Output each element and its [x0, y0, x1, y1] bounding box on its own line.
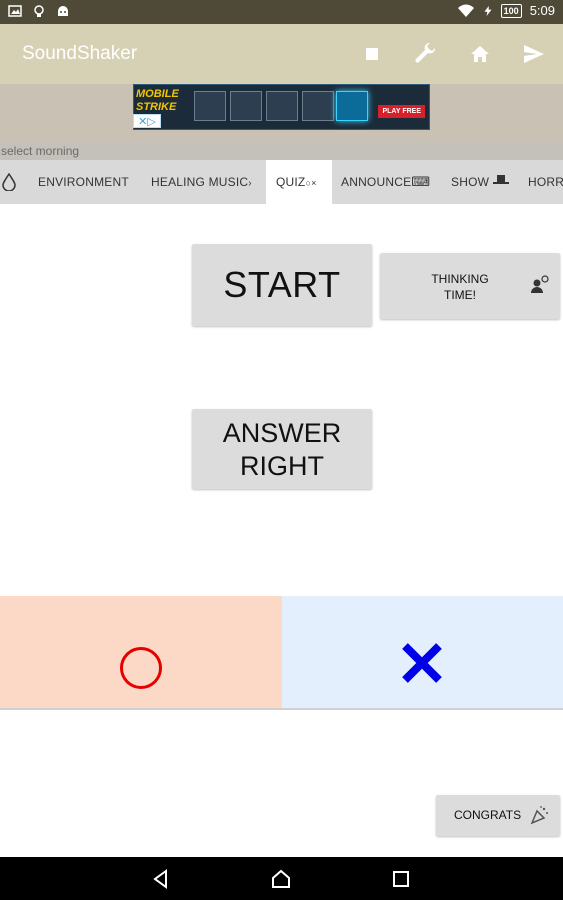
ad-cta-button[interactable]: PLAY FREE	[378, 105, 425, 118]
status-bar: 100 5:09	[0, 0, 563, 24]
status-time: 5:09	[529, 3, 555, 18]
android-icon	[58, 6, 68, 16]
thinking-time-label: THINKING TIME!	[431, 272, 489, 302]
bulb-icon	[34, 5, 44, 17]
hat-icon	[492, 175, 509, 184]
thinking-time-button[interactable]: THINKING TIME!	[380, 253, 560, 319]
ad-weapon-slot	[230, 91, 262, 121]
answer-right-line1: ANSWER	[222, 418, 342, 448]
ad-weapon-slot	[266, 91, 298, 121]
ad-weapon-slot	[194, 91, 226, 121]
answer-right-line2: RIGHT	[240, 451, 324, 481]
app-bar: SoundShaker	[0, 24, 563, 84]
ad-logo-line2: STRIKE	[136, 101, 177, 113]
tab-quiz[interactable]: QUIZ○×	[266, 160, 332, 204]
ad-weapon-slot	[336, 91, 368, 121]
music-icon: ›	[248, 178, 252, 189]
tab-environment[interactable]: ENVIRONMENT	[38, 160, 129, 204]
divider	[0, 708, 563, 710]
tab-announce-label: ANNOUNCE	[341, 175, 412, 189]
back-icon[interactable]	[151, 869, 171, 889]
circle-mark-icon	[120, 647, 162, 689]
ad-weapon-slot	[302, 91, 334, 121]
ad-logo-line1: MOBILE	[136, 88, 179, 100]
tab-announce[interactable]: ANNOUNCE⌨	[341, 160, 430, 204]
gallery-icon	[8, 5, 22, 17]
wrench-icon	[415, 42, 436, 63]
start-button[interactable]: START	[192, 244, 372, 326]
keyboard-icon: ⌨	[411, 174, 431, 189]
congrats-button[interactable]: CONGRATS	[436, 795, 560, 836]
person-thinking-icon	[531, 275, 549, 293]
send-icon	[524, 45, 544, 63]
category-tabs: ENVIRONMENT HEALING MUSIC› QUIZ○× ANNOUN…	[0, 160, 563, 204]
cross-mark-icon	[402, 643, 442, 683]
tab-quiz-label: QUIZ	[276, 175, 306, 189]
stop-icon	[366, 48, 378, 60]
recents-icon[interactable]	[391, 869, 411, 889]
tab-horror[interactable]: HORR	[528, 160, 563, 204]
ad-banner[interactable]: MOBILE STRIKE PLAY FREE	[133, 84, 430, 130]
home-icon	[471, 46, 489, 62]
tab-healing-music-label: HEALING MUSIC	[151, 175, 249, 189]
quiz-icon: ○×	[305, 178, 317, 188]
answer-right-button[interactable]: ANSWER RIGHT	[192, 409, 372, 489]
battery-icon: 100	[500, 3, 522, 18]
wifi-icon	[457, 4, 474, 17]
tab-show[interactable]: SHOW	[451, 160, 509, 204]
bolt-icon	[484, 5, 492, 16]
party-popper-icon	[530, 806, 548, 825]
navigation-bar	[0, 857, 563, 900]
stop-button[interactable]	[357, 40, 387, 68]
ad-choices-icon[interactable]: ✕▷	[133, 114, 161, 128]
selection-label: select morning	[0, 142, 563, 160]
tab-healing-music[interactable]: HEALING MUSIC›	[151, 160, 252, 204]
ad-area: MOBILE STRIKE PLAY FREE ✕▷	[0, 84, 563, 142]
app-title: SoundShaker	[22, 43, 138, 64]
home-button[interactable]	[465, 40, 495, 68]
tab-water[interactable]	[0, 160, 22, 204]
home-nav-icon[interactable]	[271, 869, 291, 889]
tab-show-label: SHOW	[451, 175, 490, 189]
drop-icon	[2, 173, 16, 191]
settings-button[interactable]	[411, 40, 441, 68]
congrats-label: CONGRATS	[454, 808, 522, 822]
share-button[interactable]	[519, 40, 549, 68]
